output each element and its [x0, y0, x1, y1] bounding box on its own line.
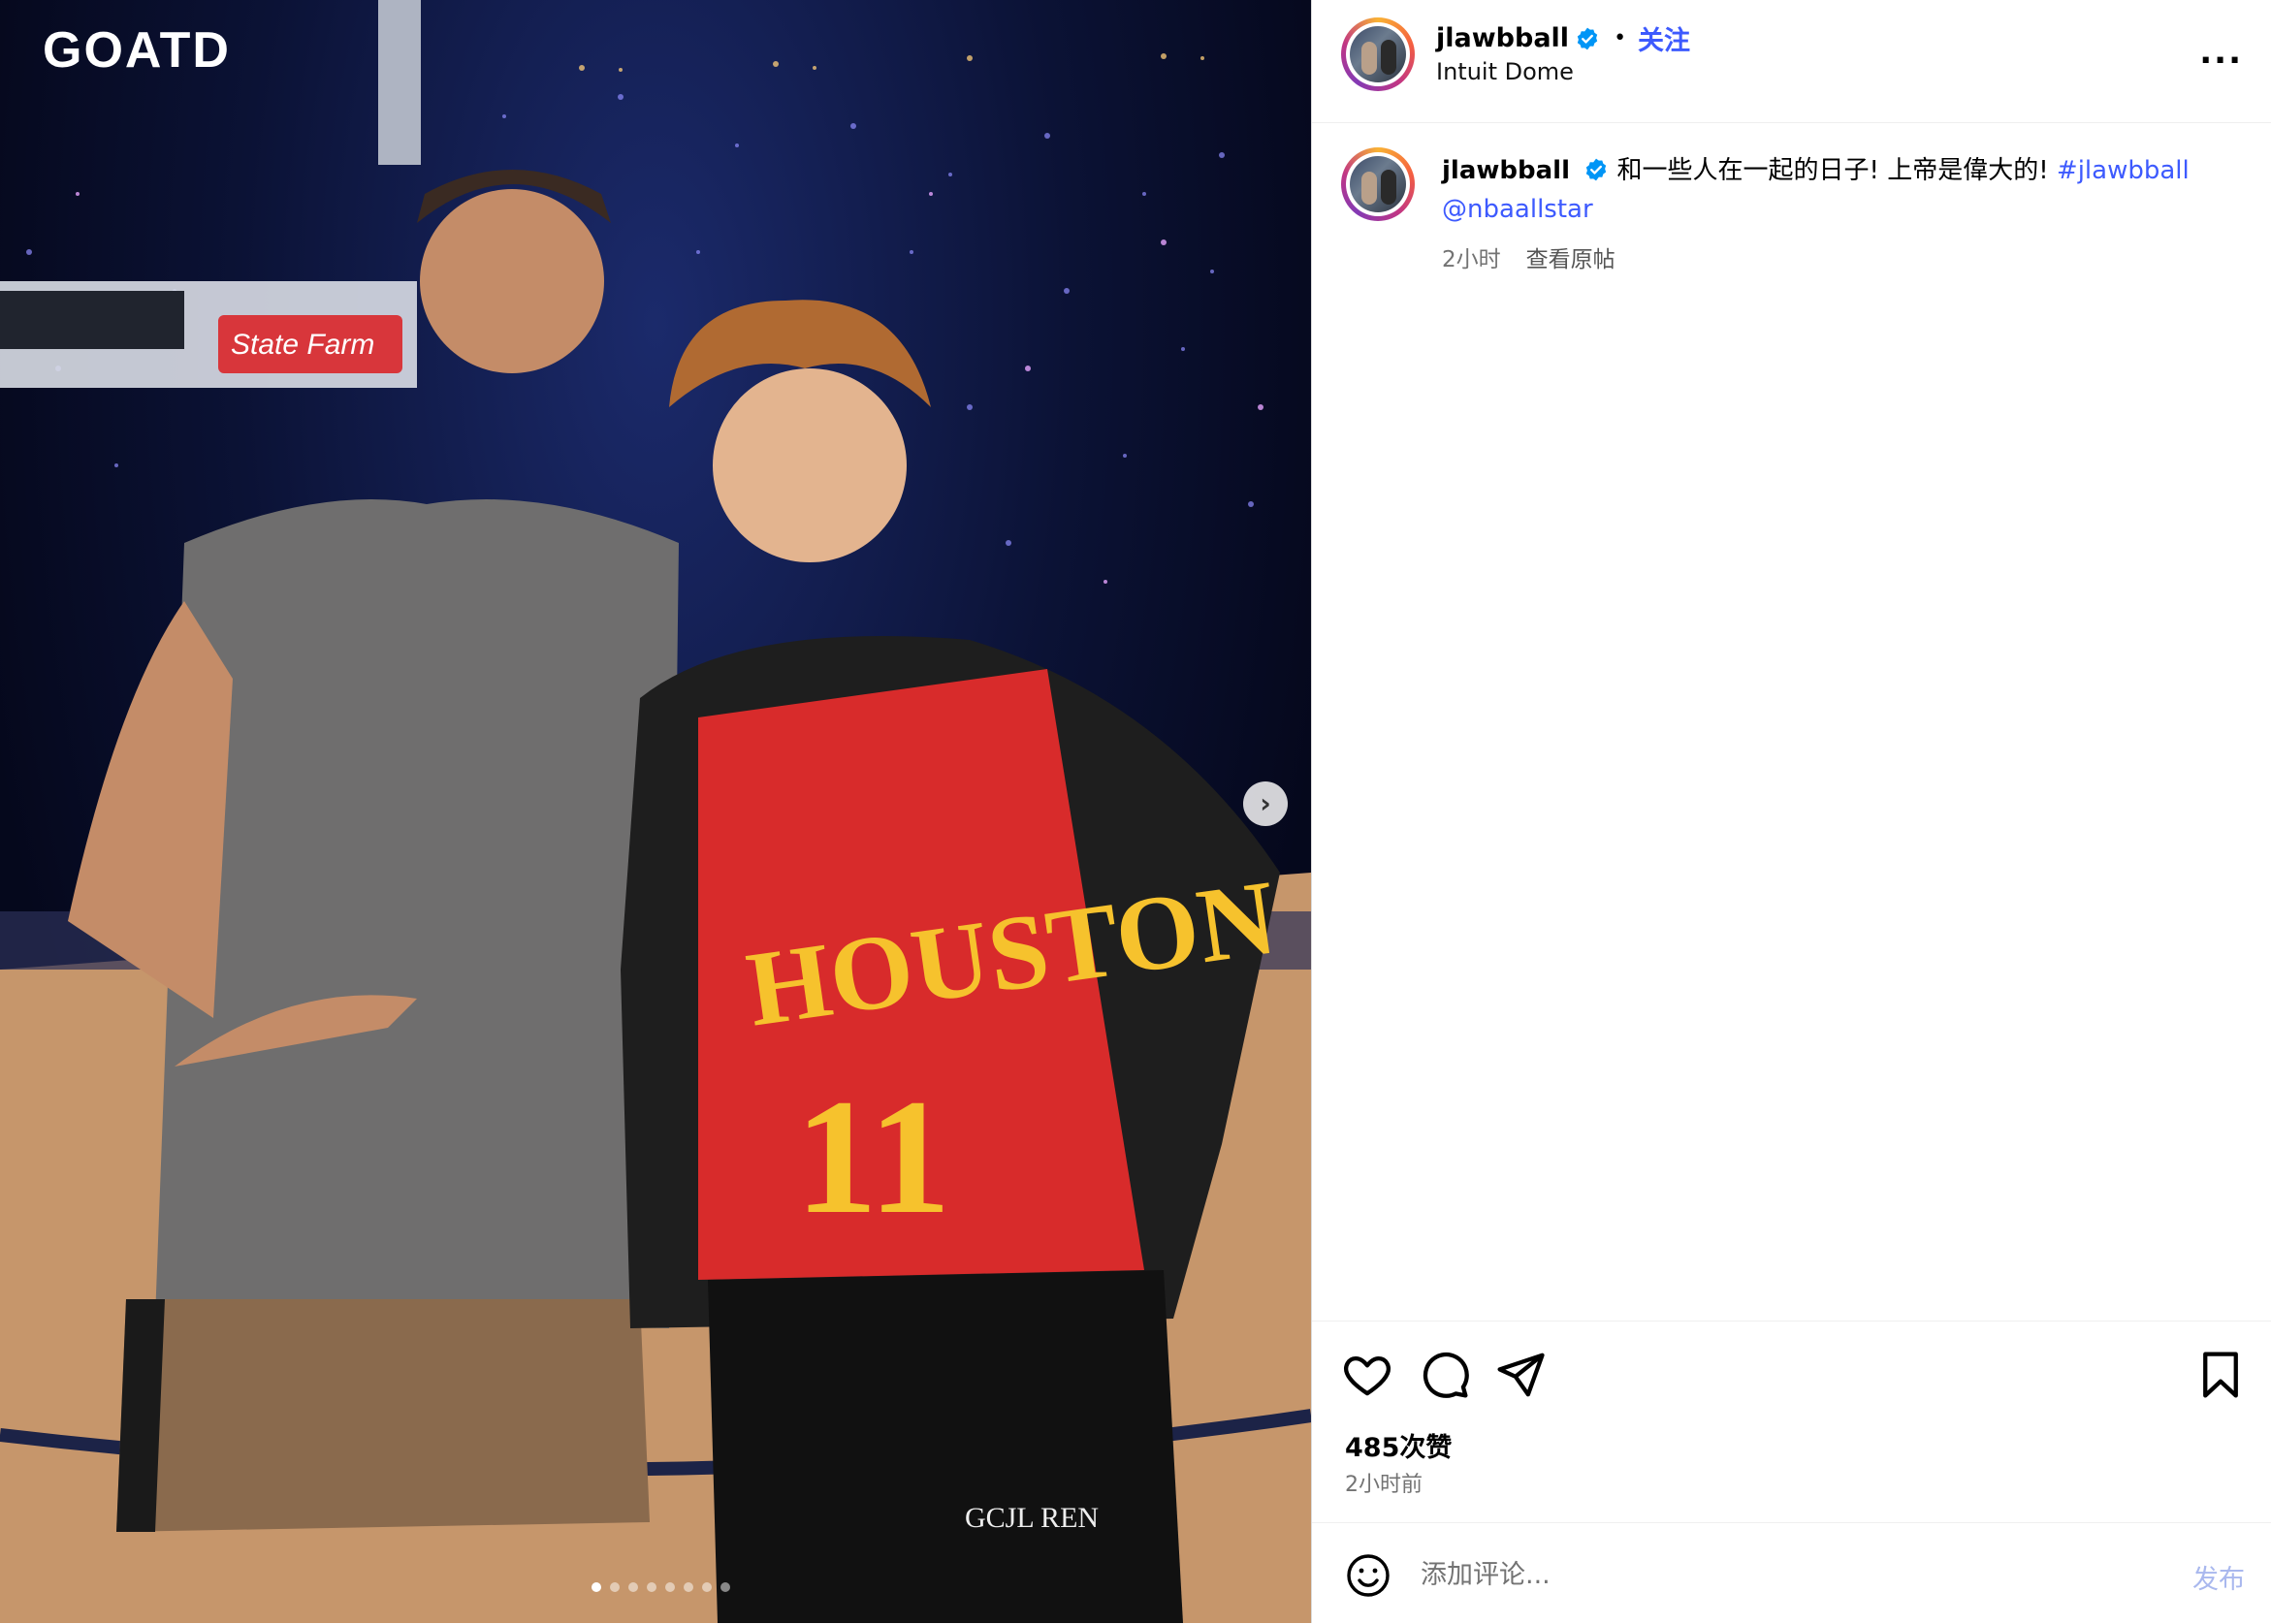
comment-input[interactable] — [1419, 1546, 2101, 1603]
carousel-dot — [684, 1582, 693, 1592]
post-photo[interactable]: State Farm HOUSTON 11 GCJL REN GOATD › — [0, 0, 1311, 1623]
more-icon: ... — [2199, 33, 2243, 72]
post-header: jlawbball • 关注 Intuit Dome ... — [1312, 0, 2271, 123]
watermark-text: GOATD — [43, 22, 231, 79]
share-icon[interactable] — [1494, 1349, 1547, 1401]
carousel-indicator — [592, 1582, 730, 1592]
carousel-dot — [665, 1582, 675, 1592]
photo-scene: State Farm HOUSTON 11 GCJL REN — [0, 0, 1311, 1623]
carousel-dot — [610, 1582, 620, 1592]
carousel-dot — [592, 1582, 601, 1592]
author-avatar[interactable] — [1341, 17, 1415, 91]
caption-text: jlawbball 和一些人在一起的日子! 上帝是偉大的! #jlawbball… — [1442, 151, 2237, 229]
like-count[interactable]: 485次赞 — [1345, 1426, 1452, 1464]
bookmark-icon[interactable] — [2194, 1349, 2247, 1401]
verified-badge-icon — [1577, 27, 1598, 49]
carousel-dot — [647, 1582, 656, 1592]
jersey-number-text: 11 — [795, 1066, 951, 1248]
carousel-dot — [702, 1582, 712, 1592]
chevron-right-icon: › — [1260, 787, 1271, 819]
carousel-dot — [720, 1582, 730, 1592]
post-comment-button[interactable]: 发布 — [2192, 1558, 2245, 1596]
emoji-icon[interactable] — [1345, 1552, 1391, 1599]
separator-dot: • — [1614, 26, 1627, 50]
author-username[interactable]: jlawbball — [1436, 23, 1569, 53]
caption-body: 和一些人在一起的日子! 上帝是偉大的! — [1616, 156, 2057, 185]
verified-badge-icon — [1586, 158, 1607, 181]
post-location[interactable]: Intuit Dome — [1436, 58, 1574, 85]
caption-avatar[interactable] — [1341, 147, 1415, 221]
post-details-panel: jlawbball • 关注 Intuit Dome ... jlawbball — [1311, 0, 2271, 1623]
author-row: jlawbball • 关注 — [1436, 19, 1690, 57]
carousel-next-button[interactable]: › — [1243, 781, 1288, 826]
comment-bar: 发布 — [1312, 1522, 2271, 1624]
post-viewer: State Farm HOUSTON 11 GCJL REN GOATD › j… — [0, 0, 2271, 1623]
hashtag-link[interactable]: #jlawbball — [2057, 156, 2190, 185]
carousel-dot — [628, 1582, 638, 1592]
banner-text: State Farm — [231, 329, 374, 361]
caption-meta: 2小时 查看原帖 — [1442, 240, 1615, 273]
more-options-button[interactable]: ... — [2199, 33, 2243, 72]
heart-icon[interactable] — [1341, 1349, 1393, 1401]
comment-icon[interactable] — [1419, 1349, 1471, 1401]
mention-link[interactable]: @nbaallstar — [1442, 195, 1593, 224]
caption-username[interactable]: jlawbball — [1442, 156, 1570, 185]
pants-text: GCJL REN — [965, 1502, 1099, 1534]
caption-time: 2小时 — [1442, 247, 1501, 272]
watermark-logo: GOATD — [43, 21, 231, 80]
post-time: 2小时前 — [1345, 1473, 1423, 1497]
follow-button[interactable]: 关注 — [1638, 19, 1690, 57]
see-original-link[interactable]: 查看原帖 — [1526, 240, 1615, 273]
